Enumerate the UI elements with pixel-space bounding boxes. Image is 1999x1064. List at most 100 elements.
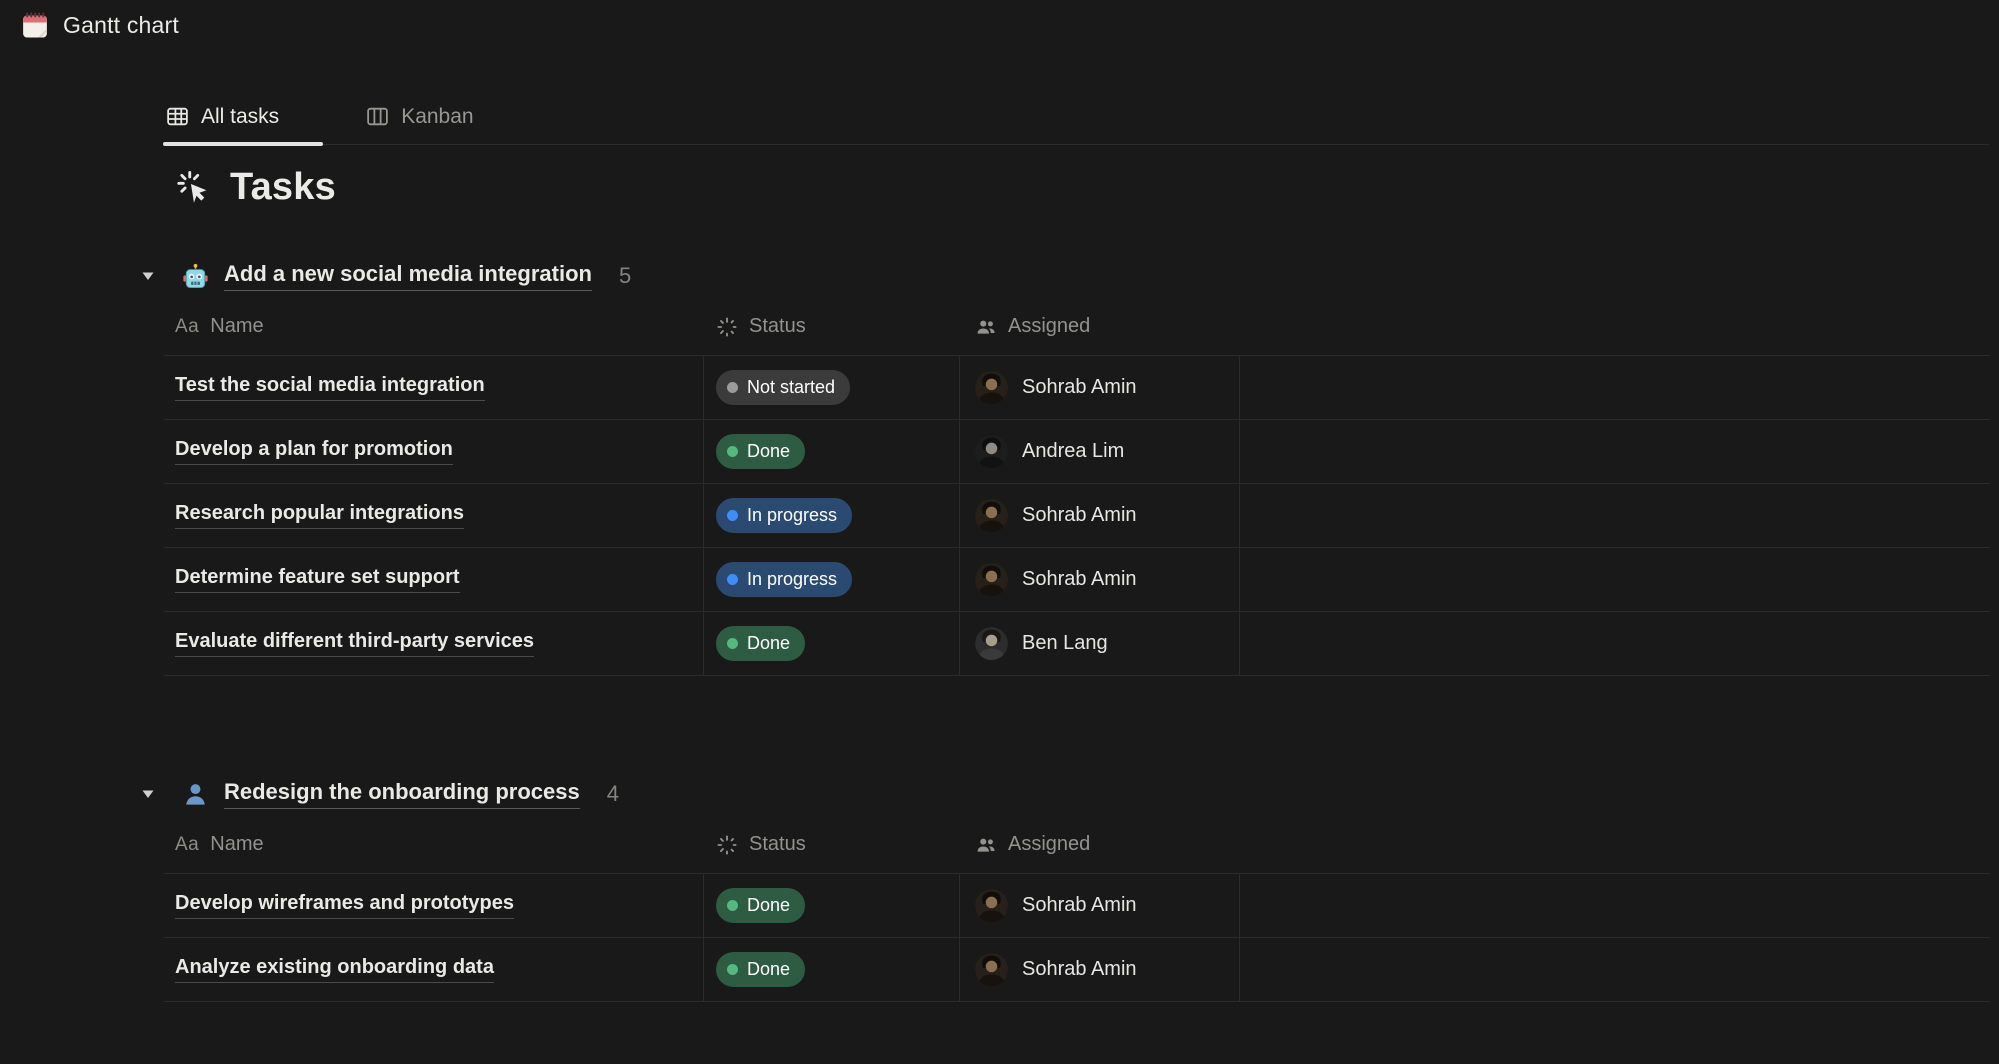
empty-cell bbox=[1240, 548, 1990, 611]
status-dot-icon bbox=[727, 446, 738, 457]
calendar-icon bbox=[20, 10, 50, 40]
task-name-link[interactable]: Determine feature set support bbox=[175, 566, 460, 593]
status-badge[interactable]: Done bbox=[716, 434, 805, 469]
column-label: Status bbox=[749, 315, 806, 338]
table-header-row: AaName Status Assigned bbox=[164, 298, 1990, 356]
assigned-cell[interactable]: Sohrab Amin bbox=[960, 356, 1240, 419]
group-header: Add a new social media integration 5 bbox=[0, 254, 1999, 298]
robot-icon bbox=[182, 263, 209, 290]
status-cell[interactable]: Done bbox=[704, 612, 960, 675]
column-label: Name bbox=[210, 833, 263, 856]
status-cell[interactable]: In progress bbox=[704, 484, 960, 547]
status-cell[interactable]: Not started bbox=[704, 356, 960, 419]
status-badge[interactable]: In progress bbox=[716, 562, 852, 597]
status-cell[interactable]: Done bbox=[704, 874, 960, 937]
name-cell[interactable]: Research popular integrations bbox=[164, 484, 704, 547]
empty-cell bbox=[1240, 612, 1990, 675]
table-row: Develop a plan for promotion Done Andrea… bbox=[164, 420, 1990, 484]
tab-label: All tasks bbox=[201, 105, 279, 129]
column-header-name[interactable]: AaName bbox=[164, 315, 704, 338]
column-header-name[interactable]: Aa Name bbox=[164, 833, 704, 856]
column-header-status[interactable]: Status bbox=[704, 833, 960, 856]
table-row: Develop wireframes and prototypes Done S… bbox=[164, 874, 1990, 938]
group-count: 5 bbox=[619, 263, 631, 289]
avatar bbox=[975, 499, 1008, 532]
assigned-cell[interactable]: Sohrab Amin bbox=[960, 874, 1240, 937]
task-name-link[interactable]: Evaluate different third-party services bbox=[175, 630, 534, 657]
task-group: Redesign the onboarding process 4 Aa Name… bbox=[0, 772, 1999, 1002]
table-row: Evaluate different third-party services … bbox=[164, 612, 1990, 676]
avatar bbox=[975, 953, 1008, 986]
page-title: Gantt chart bbox=[63, 12, 179, 39]
status-property-icon bbox=[716, 834, 738, 856]
board-view-icon bbox=[365, 104, 390, 129]
name-cell[interactable]: Test the social media integration bbox=[164, 356, 704, 419]
assigned-cell[interactable]: Sohrab Amin bbox=[960, 484, 1240, 547]
empty-cell bbox=[1240, 874, 1990, 937]
name-cell[interactable]: Analyze existing onboarding data bbox=[164, 938, 704, 1001]
database-heading: Tasks bbox=[177, 166, 336, 209]
table-row: Analyze existing onboarding data Done So… bbox=[164, 938, 1990, 1002]
table-view-icon bbox=[165, 104, 190, 129]
assigned-cell[interactable]: Ben Lang bbox=[960, 612, 1240, 675]
task-name-link[interactable]: Research popular integrations bbox=[175, 502, 464, 529]
status-dot-icon bbox=[727, 638, 738, 649]
task-name-link[interactable]: Develop wireframes and prototypes bbox=[175, 892, 514, 919]
collapse-toggle-icon[interactable] bbox=[138, 784, 158, 804]
name-cell[interactable]: Develop a plan for promotion bbox=[164, 420, 704, 483]
table-row: Test the social media integration Not st… bbox=[164, 356, 1990, 420]
status-badge[interactable]: Done bbox=[716, 952, 805, 987]
column-label: Status bbox=[749, 833, 806, 856]
status-dot-icon bbox=[727, 574, 738, 585]
column-label: Assigned bbox=[1008, 315, 1090, 338]
name-cell[interactable]: Develop wireframes and prototypes bbox=[164, 874, 704, 937]
name-cell[interactable]: Determine feature set support bbox=[164, 548, 704, 611]
status-badge[interactable]: Not started bbox=[716, 370, 850, 405]
avatar bbox=[975, 435, 1008, 468]
person-icon bbox=[182, 781, 209, 808]
column-header-assigned[interactable]: Assigned bbox=[960, 315, 1240, 338]
assigned-cell[interactable]: Sohrab Amin bbox=[960, 938, 1240, 1001]
tab-kanban[interactable]: Kanban bbox=[363, 96, 475, 144]
status-cell[interactable]: Done bbox=[704, 938, 960, 1001]
group-title-link[interactable]: Redesign the onboarding process bbox=[224, 779, 580, 809]
task-group: Add a new social media integration 5 AaN… bbox=[0, 254, 1999, 676]
avatar bbox=[975, 563, 1008, 596]
column-header-status[interactable]: Status bbox=[704, 315, 960, 338]
assigned-cell[interactable]: Sohrab Amin bbox=[960, 548, 1240, 611]
people-property-icon bbox=[975, 834, 997, 856]
avatar bbox=[975, 889, 1008, 922]
status-badge[interactable]: Done bbox=[716, 626, 805, 661]
group-count: 4 bbox=[607, 781, 619, 807]
avatar bbox=[975, 371, 1008, 404]
task-name-link[interactable]: Develop a plan for promotion bbox=[175, 438, 453, 465]
status-badge[interactable]: In progress bbox=[716, 498, 852, 533]
column-header-assigned[interactable]: Assigned bbox=[960, 833, 1240, 856]
task-name-link[interactable]: Test the social media integration bbox=[175, 374, 485, 401]
people-property-icon bbox=[975, 316, 997, 338]
assigned-cell[interactable]: Andrea Lim bbox=[960, 420, 1240, 483]
name-cell[interactable]: Evaluate different third-party services bbox=[164, 612, 704, 675]
table-header-row: Aa Name Status Assigned bbox=[164, 816, 1990, 874]
group-header: Redesign the onboarding process 4 bbox=[0, 772, 1999, 816]
database-title[interactable]: Tasks bbox=[230, 166, 336, 209]
avatar bbox=[975, 627, 1008, 660]
collapse-toggle-icon[interactable] bbox=[138, 266, 158, 286]
breadcrumb[interactable]: Gantt chart bbox=[20, 10, 179, 40]
status-badge[interactable]: Done bbox=[716, 888, 805, 923]
text-property-icon: Aa bbox=[175, 834, 199, 856]
empty-cell bbox=[1240, 356, 1990, 419]
group-title-link[interactable]: Add a new social media integration bbox=[224, 261, 592, 291]
status-dot-icon bbox=[727, 510, 738, 521]
status-cell[interactable]: Done bbox=[704, 420, 960, 483]
task-name-link[interactable]: Analyze existing onboarding data bbox=[175, 956, 494, 983]
tab-label: Kanban bbox=[401, 105, 473, 129]
tab-all-tasks[interactable]: All tasks bbox=[163, 96, 323, 144]
status-dot-icon bbox=[727, 382, 738, 393]
status-cell[interactable]: In progress bbox=[704, 548, 960, 611]
empty-cell bbox=[1240, 484, 1990, 547]
status-dot-icon bbox=[727, 900, 738, 911]
cursor-click-icon bbox=[177, 170, 213, 206]
table-row: Research popular integrations In progres… bbox=[164, 484, 1990, 548]
table-row: Determine feature set support In progres… bbox=[164, 548, 1990, 612]
